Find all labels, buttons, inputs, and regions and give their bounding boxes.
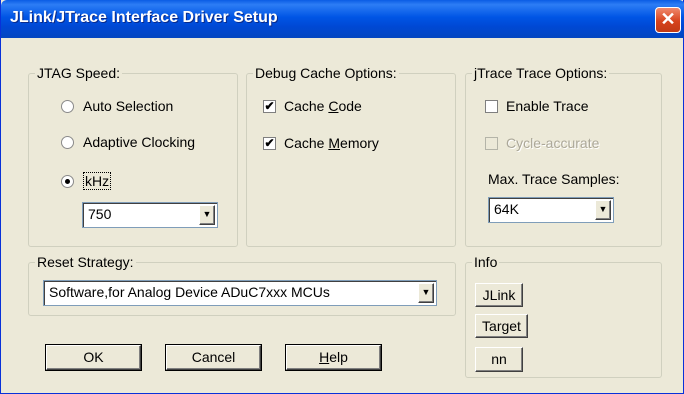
radio-indicator-selected[interactable] [61,174,74,188]
checkbox-indicator[interactable] [485,99,498,113]
dialog-client-area: JTAG Speed: Auto Selection Adaptive Cloc… [4,38,681,391]
cancel-button[interactable]: Cancel [166,345,261,370]
cache-code-label: Cache Code [284,98,362,114]
reset-strategy-combo[interactable]: Software,for Analog Device ADuC7xxx MCUs… [43,280,437,306]
adaptive-clocking-label: Adaptive Clocking [83,134,196,150]
auto-selection-radio[interactable]: Auto Selection [61,98,173,114]
radio-indicator[interactable] [61,135,74,149]
cache-memory-checkbox[interactable]: ✔ Cache Memory [263,135,379,151]
trace-options-legend: jTrace Trace Options: [474,65,608,81]
enable-trace-checkbox[interactable]: Enable Trace [485,98,589,114]
window-title: JLink/JTrace Interface Driver Setup [10,9,278,26]
dropdown-arrow-icon[interactable]: ▼ [595,200,611,220]
jlink-button[interactable]: JLink [475,283,523,307]
trace-samples-combo[interactable]: 64K ▼ [488,197,614,223]
debug-cache-group: Debug Cache Options: [246,66,456,247]
ok-button-label: OK [83,349,104,365]
close-icon: ✕ [660,9,676,29]
dialog-window: JLink/JTrace Interface Driver Setup ✕ JT… [0,0,684,394]
info-legend: Info [474,254,498,270]
trace-samples-value: 64K [494,201,519,217]
checkbox-indicator-disabled [485,136,498,150]
dropdown-arrow-icon[interactable]: ▼ [418,283,434,303]
close-button[interactable]: ✕ [655,7,681,33]
jlink-button-label: JLink [482,287,516,303]
max-trace-samples-label: Max. Trace Samples: [488,171,620,187]
auto-selection-label: Auto Selection [83,98,174,114]
debug-cache-legend: Debug Cache Options: [255,65,397,81]
cache-code-checkbox[interactable]: ✔ Cache Code [263,98,362,114]
reset-strategy-value: Software,for Analog Device ADuC7xxx MCUs [49,284,330,300]
target-button-label: Target [482,318,521,334]
reset-strategy-legend: Reset Strategy: [37,254,134,270]
nn-button[interactable]: nn [475,347,523,372]
title-bar[interactable]: JLink/JTrace Interface Driver Setup ✕ [1,0,684,38]
khz-radio[interactable]: kHz [61,172,112,190]
help-button[interactable]: Help [286,345,381,370]
cache-memory-label: Cache Memory [284,135,379,151]
jtag-speed-legend: JTAG Speed: [37,65,121,81]
cancel-button-label: Cancel [191,349,236,365]
ok-button[interactable]: OK [46,345,141,370]
cycle-accurate-checkbox: Cycle-accurate [485,135,599,151]
check-icon[interactable]: ✔ [263,99,276,113]
check-icon[interactable]: ✔ [263,136,276,150]
help-button-label: Help [319,349,348,365]
dropdown-arrow-icon[interactable]: ▼ [199,205,215,225]
target-button[interactable]: Target [475,314,528,338]
cycle-accurate-label: Cycle-accurate [506,135,600,151]
jtag-speed-combo[interactable]: 750 ▼ [82,202,218,228]
enable-trace-label: Enable Trace [506,98,589,114]
radio-indicator[interactable] [61,99,74,113]
jtag-speed-value: 750 [88,206,112,222]
nn-button-label: nn [491,351,507,367]
khz-label: kHz [83,172,112,190]
adaptive-clocking-radio[interactable]: Adaptive Clocking [61,134,195,150]
